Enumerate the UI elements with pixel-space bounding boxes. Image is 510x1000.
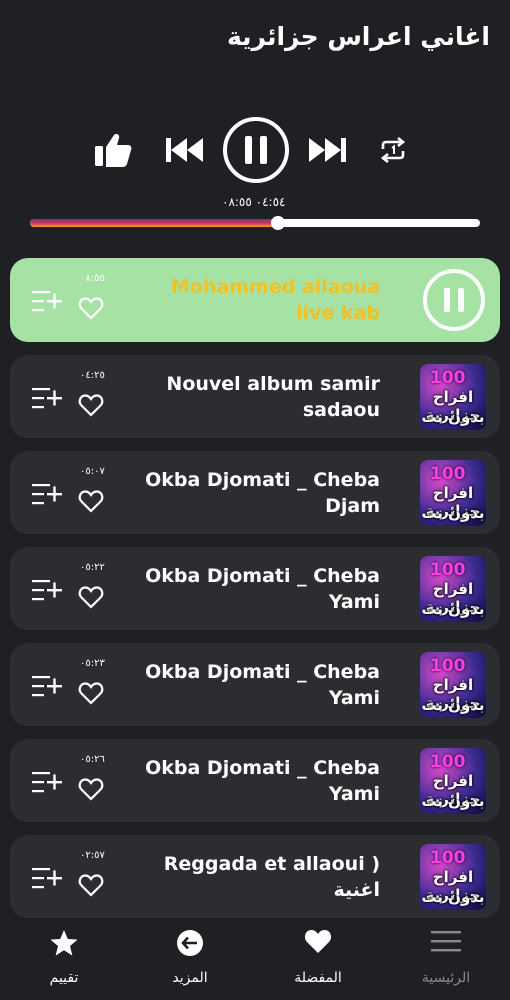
seek-bar[interactable]	[30, 216, 480, 230]
next-icon[interactable]	[306, 130, 350, 170]
time-readout: ٠٤:٥٤ ٠٨:٥٥	[222, 195, 286, 209]
track-row[interactable]: 100 افراح جزائرية بدون نت Okba Djomati _…	[10, 451, 500, 534]
app-title: اغاني اعراس جزائرية	[226, 22, 490, 51]
play-pause-button[interactable]	[221, 115, 291, 185]
add-to-playlist-icon[interactable]	[30, 481, 64, 511]
thumb-number: 100	[430, 368, 466, 388]
nav-home-label: الرئيسية	[421, 970, 471, 986]
track-thumbnail: 100 افراح جزائرية بدون نت	[420, 748, 486, 814]
track-duration: ٠٤:٢٥	[80, 370, 105, 381]
nav-rate-label: تقييم	[49, 970, 79, 986]
thumb-number: 100	[430, 656, 466, 676]
favorite-heart-icon[interactable]	[78, 681, 104, 709]
track-duration: ٠٥:٢٦	[80, 754, 105, 765]
track-row[interactable]: 100 افراح جزائرية بدون نت Okba Djomati _…	[10, 547, 500, 630]
pause-icon	[223, 117, 289, 183]
favorite-heart-icon[interactable]	[78, 873, 104, 901]
bottom-nav: الرئيسية المفضلة المزيد تقييم	[0, 920, 510, 1000]
seek-progress	[30, 219, 278, 227]
thumb-line2: بدون نت	[421, 792, 485, 810]
nav-more[interactable]: المزيد	[140, 920, 240, 1000]
track-title: Okba Djomati _ Cheba Yami	[145, 564, 380, 613]
track-thumbnail: 100 افراح جزائرية بدون نت	[420, 652, 486, 718]
favorite-heart-icon[interactable]	[78, 777, 104, 805]
track-title: Okba Djomati _ Cheba Yami	[145, 756, 380, 805]
repeat-one-icon[interactable]	[375, 133, 411, 167]
track-thumbnail: 100 افراح جزائرية بدون نت	[420, 364, 486, 430]
thumb-line2: بدون نت	[421, 408, 485, 426]
track-list: Mohammed allaoua live kab ٠٨:٥٥ 100 افرا…	[10, 258, 500, 931]
track-duration: ٠٢:٥٧	[80, 850, 105, 861]
track-thumbnail: 100 افراح جزائرية بدون نت	[420, 460, 486, 526]
favorite-heart-icon[interactable]	[78, 296, 104, 324]
nav-more-label: المزيد	[172, 970, 208, 986]
track-thumbnail: 100 افراح جزائرية بدون نت	[420, 556, 486, 622]
back-circle-icon	[175, 928, 205, 962]
seek-thumb[interactable]	[270, 216, 285, 230]
thumb-number: 100	[430, 752, 466, 772]
track-duration: ٠٥:٢٢	[80, 562, 105, 573]
star-icon	[49, 928, 79, 962]
thumb-line2: بدون نت	[421, 888, 485, 906]
track-row[interactable]: 100 افراح جزائرية بدون نت Reggada et all…	[10, 835, 500, 918]
heart-icon	[304, 928, 332, 958]
track-title: Okba Djomati _ Cheba Djam	[145, 468, 380, 517]
thumb-line2: بدون نت	[421, 696, 485, 714]
thumb-number: 100	[430, 848, 466, 868]
favorite-heart-icon[interactable]	[78, 393, 104, 421]
track-duration: ٠٥:٠٧	[80, 466, 105, 477]
track-row[interactable]: 100 افراح جزائرية بدون نت Okba Djomati _…	[10, 739, 500, 822]
track-title: Okba Djomati _ Cheba Yami	[145, 660, 380, 709]
thumb-line2: بدون نت	[421, 504, 485, 522]
thumb-line2: بدون نت	[421, 600, 485, 618]
track-title: Reggada et allaoui ) اغنية	[163, 852, 380, 901]
add-to-playlist-icon[interactable]	[30, 769, 64, 799]
track-thumbnail: 100 افراح جزائرية بدون نت	[420, 844, 486, 910]
track-title: Nouvel album samir sadaou	[166, 372, 380, 421]
nav-rate[interactable]: تقييم	[14, 920, 114, 1000]
thumb-number: 100	[430, 560, 466, 580]
thumb-number: 100	[430, 464, 466, 484]
player-controls	[0, 115, 510, 185]
add-to-playlist-icon[interactable]	[30, 577, 64, 607]
nav-favorites-label: المفضلة	[294, 970, 342, 986]
favorite-heart-icon[interactable]	[78, 489, 104, 517]
track-row-active[interactable]: Mohammed allaoua live kab ٠٨:٥٥	[10, 258, 500, 342]
favorite-heart-icon[interactable]	[78, 585, 104, 613]
add-to-playlist-icon[interactable]	[30, 865, 64, 895]
nav-favorites[interactable]: المفضلة	[268, 920, 368, 1000]
pause-icon[interactable]	[422, 268, 486, 332]
previous-icon[interactable]	[162, 130, 206, 170]
track-title: Mohammed allaoua live kab	[170, 276, 380, 324]
thumbs-up-icon[interactable]	[93, 130, 133, 170]
add-to-playlist-icon[interactable]	[30, 673, 64, 703]
add-to-playlist-icon[interactable]	[30, 385, 64, 415]
track-row[interactable]: 100 افراح جزائرية بدون نت Okba Djomati _…	[10, 643, 500, 726]
add-to-playlist-icon[interactable]	[30, 288, 64, 318]
track-duration: ٠٥:٢٣	[80, 658, 105, 669]
track-duration: ٠٨:٥٥	[80, 273, 105, 284]
menu-icon	[429, 928, 463, 958]
nav-home[interactable]: الرئيسية	[396, 920, 496, 1000]
track-row[interactable]: 100 افراح جزائرية بدون نت Nouvel album s…	[10, 355, 500, 438]
